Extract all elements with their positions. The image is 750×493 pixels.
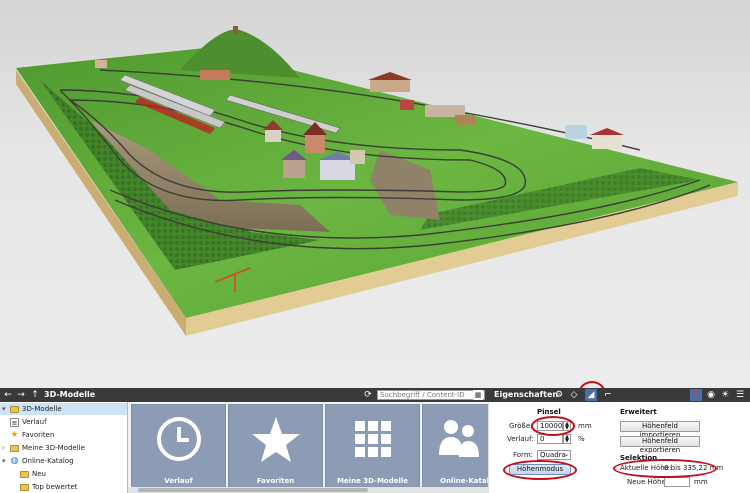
tile-verlauf[interactable]: Verlauf bbox=[131, 404, 226, 489]
export-heightfield-button[interactable]: Höhenfeld exportieren bbox=[620, 436, 700, 454]
tree-item-label: 3D-Modelle bbox=[22, 405, 62, 413]
scrollbar-thumb[interactable] bbox=[138, 488, 368, 492]
menu-icon[interactable]: ☰ bbox=[734, 389, 746, 401]
form-label: Form: bbox=[513, 451, 533, 459]
hill bbox=[180, 29, 300, 78]
size-stepper[interactable]: ▲ ▼ bbox=[563, 421, 571, 431]
brush-icon[interactable]: ◇ bbox=[568, 389, 580, 401]
tree-item-label: Online-Katalog bbox=[22, 457, 74, 465]
history-icon: ≡ bbox=[10, 417, 19, 427]
falloff-unit: % bbox=[578, 435, 585, 443]
properties-title: Eigenschaften bbox=[494, 390, 559, 399]
tree-item-label: Favoriten bbox=[22, 431, 55, 439]
folder-icon bbox=[20, 483, 29, 491]
tile-online-katalog[interactable]: Online-Katal bbox=[422, 404, 488, 489]
clear-icon[interactable]: ▦ bbox=[473, 390, 483, 400]
terrain-icon[interactable]: ◢ bbox=[585, 389, 597, 401]
size-label: Größe: bbox=[509, 422, 533, 430]
advanced-heading: Erweitert bbox=[620, 408, 657, 416]
sun-icon[interactable]: ☀ bbox=[719, 389, 731, 401]
folder-icon bbox=[10, 405, 19, 413]
tree-item-favoriten[interactable]: ★ Favoriten bbox=[10, 429, 54, 441]
expander-icon[interactable]: › bbox=[2, 442, 10, 454]
size-input[interactable]: 10000 bbox=[537, 421, 563, 431]
tile-favoriten[interactable]: Favoriten bbox=[228, 404, 323, 489]
refresh-icon[interactable]: ⟳ bbox=[362, 389, 374, 401]
form-select[interactable]: Quadra ⌄ bbox=[537, 450, 571, 460]
chevron-down-icon: ⌄ bbox=[563, 451, 569, 458]
tree-item-3d-modelle[interactable]: ▾ 3D-Modelle bbox=[0, 403, 127, 415]
new-height-input[interactable] bbox=[664, 477, 690, 487]
new-height-label: Neue Höhe: bbox=[627, 478, 669, 486]
import-heightfield-button[interactable]: Höhenfeld importieren bbox=[620, 421, 700, 439]
falloff-label: Verlauf: bbox=[507, 435, 534, 443]
tree-item-label: Top bewertet bbox=[32, 483, 78, 491]
layout-scene[interactable] bbox=[0, 0, 750, 388]
star-icon: ★ bbox=[10, 429, 19, 440]
expander-icon[interactable]: ▾ bbox=[2, 403, 10, 415]
selection-icon[interactable]: ⌐ bbox=[602, 389, 614, 401]
model-tree: ▾ 3D-Modelle ≡ Verlauf ★ Favoriten › Meine 3… bbox=[0, 402, 128, 493]
search-input[interactable]: Suchbegriff / Content-ID bbox=[377, 390, 485, 400]
falloff-stepper[interactable]: ▲ ▼ bbox=[563, 434, 571, 444]
tree-item-online-katalog[interactable]: ▾ ◍ Online-Katalog bbox=[2, 455, 74, 467]
tree-item-label: Neu bbox=[32, 470, 46, 478]
new-height-unit: mm bbox=[694, 478, 708, 486]
tile-meine-3d-modelle[interactable]: Meine 3D-Modelle bbox=[325, 404, 420, 489]
tree-item-top-bewertet[interactable]: Top bewertet bbox=[20, 481, 78, 493]
up-icon[interactable]: ↑ bbox=[29, 389, 41, 401]
selection-heading: Selektion bbox=[620, 454, 658, 462]
form-select-value: Quadra bbox=[540, 451, 566, 459]
brush-heading: Pinsel bbox=[537, 408, 561, 416]
hill-tower bbox=[233, 26, 238, 34]
tree-item-label: Meine 3D-Modelle bbox=[22, 444, 85, 452]
forward-icon[interactable]: → bbox=[15, 389, 27, 401]
size-unit: mm bbox=[578, 422, 592, 430]
folder-icon bbox=[10, 444, 19, 452]
expander-icon[interactable]: ▾ bbox=[2, 455, 10, 467]
bottom-toolbar: ← → ↑ 3D-Modelle ⟳ Suchbegriff / Content… bbox=[0, 388, 750, 402]
height-mode-button[interactable]: Höhenmodus bbox=[509, 464, 571, 475]
properties-panel: Pinsel Größe: 10000 ▲ ▼ mm Verlauf: 0 ▲ ▼ … bbox=[489, 402, 750, 493]
tile-label: Verlauf bbox=[164, 477, 193, 485]
tree-item-neu[interactable]: Neu bbox=[20, 468, 46, 480]
tree-item-verlauf[interactable]: ≡ Verlauf bbox=[10, 416, 47, 428]
current-height-value: 0 bis 335,22 mm bbox=[664, 464, 724, 472]
globe-icon: ◍ bbox=[10, 455, 19, 466]
pin-icon[interactable]: ✎ bbox=[690, 389, 702, 401]
tree-item-meine-3d-modelle[interactable]: › Meine 3D-Modelle bbox=[2, 442, 85, 454]
folder-icon bbox=[20, 470, 29, 478]
catalog-tiles: Verlauf Favoriten Meine 3D-Modelle Onlin… bbox=[128, 402, 488, 493]
settings-icon[interactable]: ⚙ bbox=[553, 389, 565, 401]
tile-label: Online-Katal bbox=[440, 477, 488, 485]
panel-title: 3D-Modelle bbox=[44, 390, 96, 399]
tree-item-label: Verlauf bbox=[22, 418, 47, 426]
eye-icon[interactable]: ◉ bbox=[705, 389, 717, 401]
back-icon[interactable]: ← bbox=[2, 389, 14, 401]
tile-label: Meine 3D-Modelle bbox=[336, 477, 409, 485]
falloff-input[interactable]: 0 bbox=[537, 434, 563, 444]
tiles-scrollbar[interactable] bbox=[128, 487, 488, 493]
3d-viewport[interactable] bbox=[0, 0, 750, 407]
tile-label: Favoriten bbox=[256, 477, 295, 485]
